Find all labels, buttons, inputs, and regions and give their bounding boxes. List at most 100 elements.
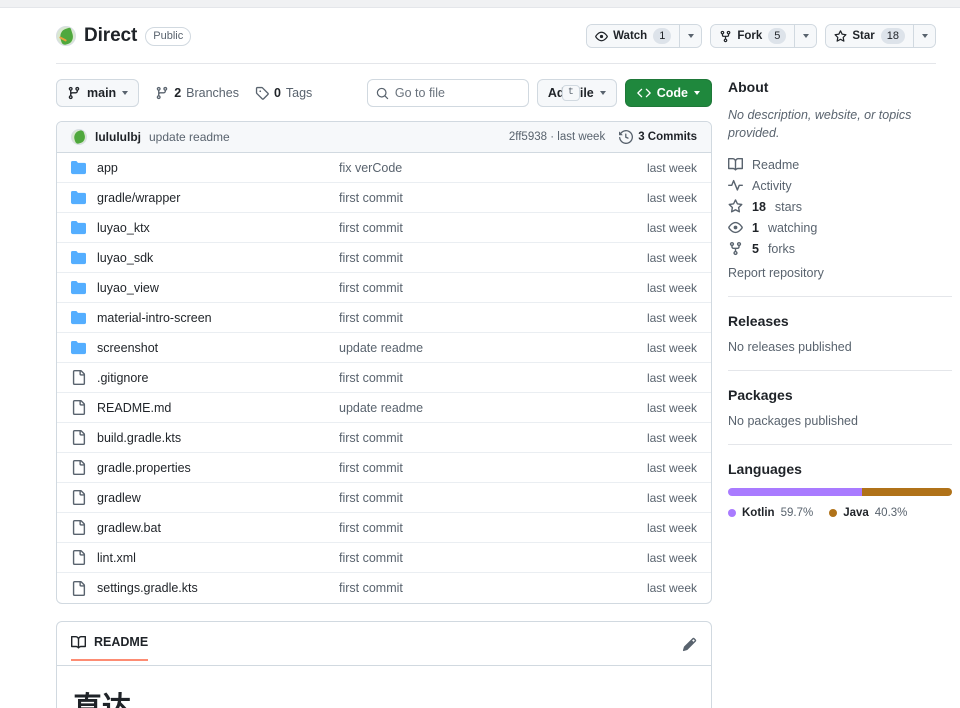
file-name-link[interactable]: gradle.properties [97, 461, 191, 475]
file-commit-message[interactable]: first commit [339, 311, 647, 325]
table-row[interactable]: luyao_view first commit last week [57, 273, 711, 303]
table-row[interactable]: gradlew.bat first commit last week [57, 513, 711, 543]
file-commit-message[interactable]: first commit [339, 281, 647, 295]
file-commit-message[interactable]: first commit [339, 491, 647, 505]
file-commit-message[interactable]: first commit [339, 581, 647, 595]
table-row[interactable]: material-intro-screen first commit last we… [57, 303, 711, 333]
file-commit-message[interactable]: first commit [339, 221, 647, 235]
table-row[interactable]: settings.gradle.kts first commit last week [57, 573, 711, 603]
tags-link[interactable]: 0 Tags [255, 86, 312, 100]
about-readme-label: Readme [752, 157, 800, 172]
branch-icon [68, 86, 80, 100]
file-commit-time: last week [646, 400, 697, 415]
table-row[interactable]: luyao_ktx first commit last week [57, 213, 711, 243]
fork-icon [720, 30, 731, 42]
file-name-link[interactable]: settings.gradle.kts [97, 581, 198, 595]
file-commit-time: last week [646, 160, 697, 175]
watch-button[interactable]: Watch 1 [587, 25, 680, 47]
sidebar-divider-3 [728, 444, 952, 446]
file-commit-message[interactable]: first commit [339, 551, 647, 565]
table-row[interactable]: README.md update readme last week [57, 393, 711, 423]
go-to-file-search[interactable]: t [366, 79, 580, 107]
file-commit-time: last week [646, 460, 697, 475]
file-name-link[interactable]: material-intro-screen [97, 311, 212, 325]
edit-readme-button[interactable] [682, 635, 697, 660]
code-button[interactable]: Code [624, 79, 712, 107]
file-name-link[interactable]: lint.xml [97, 551, 136, 565]
repository-page: Direct Public Watch 1 Fork 5 Star 18 mai… [0, 8, 960, 708]
table-row[interactable]: .gitignore first commit last week [57, 363, 711, 393]
file-name-link[interactable]: gradlew [97, 491, 141, 505]
chevron-down-icon [599, 91, 606, 95]
file-name-link[interactable]: README.md [97, 401, 171, 415]
commit-author-name[interactable]: lulululbj [95, 130, 141, 144]
file-name-link[interactable]: luyao_ktx [97, 221, 150, 235]
file-commit-time: last week [646, 430, 697, 445]
file-commit-message[interactable]: first commit [339, 521, 647, 535]
owner-avatar[interactable] [56, 26, 76, 46]
commit-hash-and-time: 2ff5938 · last week [509, 131, 605, 143]
code-label: Code [656, 86, 688, 100]
file-name-link[interactable]: app [97, 161, 118, 175]
file-name-link[interactable]: gradle/wrapper [97, 191, 180, 205]
branches-link[interactable]: 2 Branches [155, 86, 239, 100]
commit-message[interactable]: update readme [149, 130, 230, 144]
about-link-forks[interactable]: 5 forks [728, 238, 952, 259]
table-row[interactable]: app fix verCode last week [57, 153, 711, 183]
file-commit-message[interactable]: update readme [339, 341, 647, 355]
file-name-link[interactable]: .gitignore [97, 371, 148, 385]
fork-dropdown-button[interactable] [794, 25, 817, 47]
about-link-stars[interactable]: 18 stars [728, 196, 952, 217]
about-link-activity[interactable]: Activity [728, 175, 952, 196]
table-row[interactable]: gradlew first commit last week [57, 483, 711, 513]
header-divider [56, 63, 936, 64]
file-commit-message[interactable]: first commit [339, 431, 647, 445]
commits-count-link[interactable]: 3 Commits [619, 130, 697, 144]
packages-empty-text: No packages published [728, 414, 858, 429]
branch-selector-button[interactable]: main [56, 79, 140, 107]
file-commit-message[interactable]: first commit [339, 251, 647, 265]
file-name-link[interactable]: build.gradle.kts [97, 431, 181, 445]
commit-author-avatar[interactable] [71, 129, 87, 145]
readme-panel: README 直达 [56, 621, 712, 708]
repo-name[interactable]: Direct [84, 25, 137, 47]
tags-count: 0 [273, 86, 281, 100]
table-row[interactable]: gradle/wrapper first commit last week [57, 183, 711, 213]
file-name-link[interactable]: screenshot [97, 341, 158, 355]
language-bar-segment [861, 488, 952, 497]
table-row[interactable]: lint.xml first commit last week [57, 543, 711, 573]
releases-title: Releases [728, 313, 789, 330]
table-row[interactable]: build.gradle.kts first commit last week [57, 423, 711, 453]
languages-title: Languages [728, 461, 802, 478]
table-row[interactable]: luyao_sdk first commit last week [57, 243, 711, 273]
watch-dropdown-button[interactable] [679, 25, 702, 47]
folder-icon [71, 280, 86, 295]
report-repository-link[interactable]: Report repository [728, 266, 952, 280]
file-commit-message[interactable]: fix verCode [339, 161, 647, 175]
file-name-link[interactable]: luyao_sdk [97, 251, 153, 265]
search-shortcut-badge: t [561, 85, 580, 101]
commit-hash[interactable]: 2ff5938 [509, 131, 547, 143]
star-button[interactable]: Star 18 [826, 25, 913, 47]
file-commit-message[interactable]: first commit [339, 461, 647, 475]
search-input[interactable] [394, 86, 556, 100]
about-link-readme[interactable]: Readme [728, 154, 952, 175]
tab-readme[interactable]: README [71, 635, 149, 661]
table-row[interactable]: screenshot update readme last week [57, 333, 711, 363]
chevron-down-icon [802, 34, 809, 38]
language-legend-item[interactable]: Java 40.3% [829, 507, 907, 519]
table-row[interactable]: gradle.properties first commit last week [57, 453, 711, 483]
fork-button[interactable]: Fork 5 [711, 25, 795, 47]
star-dropdown-button[interactable] [913, 25, 935, 47]
file-commit-message[interactable]: first commit [339, 191, 647, 205]
about-link-watching[interactable]: 1 watching [728, 217, 952, 238]
latest-commit-bar: lulululbj update readme 2ff5938 · last w… [57, 122, 711, 153]
file-toolbar: main 2 Branches 0 Tags Go to file t Add … [56, 79, 712, 107]
file-commit-message[interactable]: update readme [339, 401, 647, 415]
language-legend-item[interactable]: Kotlin 59.7% [728, 507, 813, 519]
file-commit-time: last week [646, 370, 697, 385]
file-commit-message[interactable]: first commit [339, 371, 647, 385]
file-name-link[interactable]: luyao_view [97, 281, 159, 295]
file-name-cell: luyao_ktx [71, 220, 339, 235]
file-name-link[interactable]: gradlew.bat [97, 521, 161, 535]
